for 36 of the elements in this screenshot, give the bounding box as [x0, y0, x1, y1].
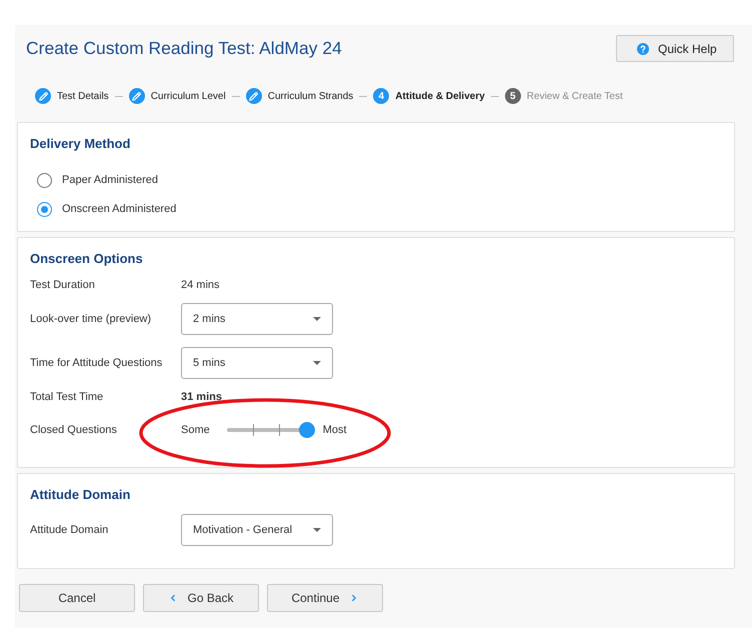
caret-icon — [313, 361, 321, 365]
field-value: 31 mins — [181, 391, 222, 403]
dropdown-select[interactable]: 2 mins — [181, 303, 333, 335]
step-label[interactable]: Attitude & Delivery — [395, 90, 485, 102]
dropdown-select[interactable]: Motivation - General — [181, 514, 333, 546]
field-label: Total Test Time — [30, 391, 104, 403]
step-number: 4 — [373, 88, 390, 104]
dropdown-select[interactable]: 5 mins — [181, 347, 333, 379]
option-label: Onscreen Administered — [62, 203, 176, 215]
field-value: 24 mins — [181, 279, 220, 291]
radio-button[interactable] — [37, 202, 52, 216]
slider-thumb[interactable] — [298, 422, 315, 438]
caret-icon — [313, 528, 321, 532]
field-label: Time for Attitude Questions — [30, 357, 162, 369]
help-icon — [637, 42, 649, 54]
slider-min-label: Some — [181, 424, 210, 436]
quick-help-button[interactable]: Quick Help — [616, 35, 734, 62]
field-label: Test Duration — [30, 279, 95, 291]
radio-button[interactable] — [37, 172, 52, 188]
field-label: Closed Questions — [30, 424, 117, 436]
field-label: Attitude Domain — [30, 524, 108, 536]
section-heading: Attitude Domain — [30, 487, 132, 503]
step-label[interactable]: Test Details — [57, 90, 109, 102]
section-heading: Onscreen Options — [30, 251, 144, 267]
field-label: Look-over time (preview) — [30, 313, 152, 325]
caret-icon — [313, 317, 321, 321]
cancel-button[interactable]: Cancel — [19, 584, 135, 612]
step-label[interactable]: Curriculum Level — [150, 90, 226, 102]
continue-button[interactable]: Continue — [267, 584, 383, 612]
page-title: Create Custom Reading Test: AldMay 24 — [26, 38, 342, 59]
option-label: Paper Administered — [62, 174, 158, 186]
back-button[interactable]: Go Back — [143, 584, 259, 612]
slider-max-label: Most — [322, 424, 347, 436]
section-heading: Delivery Method — [30, 136, 132, 152]
step-number: 5 — [504, 88, 521, 104]
step-label[interactable]: Curriculum Strands — [268, 90, 354, 102]
